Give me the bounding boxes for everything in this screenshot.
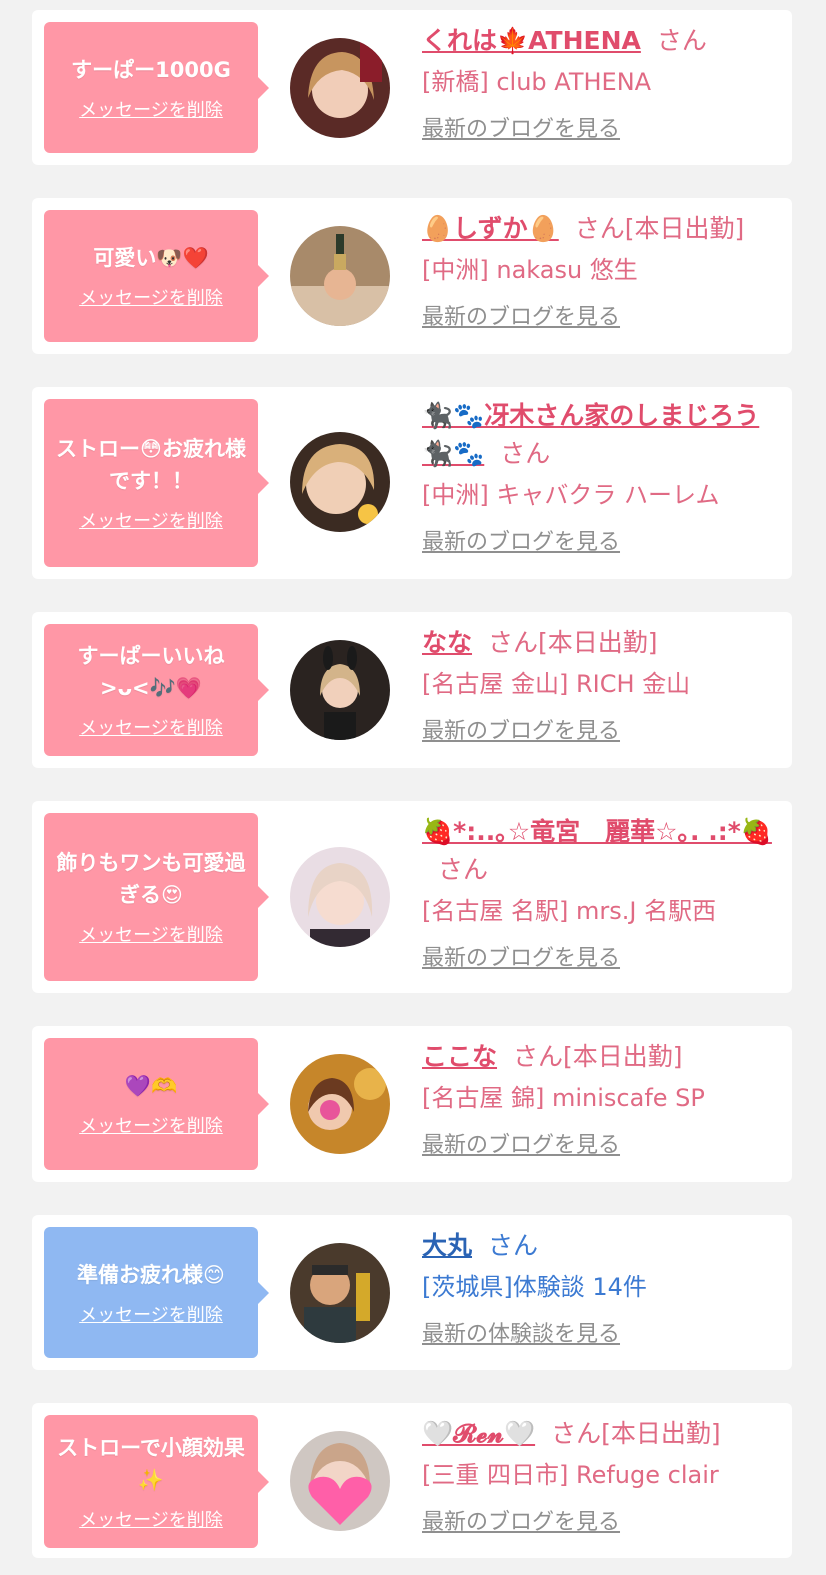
honorific: さん — [551, 1419, 602, 1448]
avatar[interactable] — [290, 432, 390, 532]
latest-blog-link[interactable]: 最新のブログを見る — [422, 943, 620, 975]
delete-message-link[interactable]: メッセージを削除 — [79, 921, 223, 947]
delete-message-link[interactable]: メッセージを削除 — [79, 714, 223, 740]
delete-message-link[interactable]: メッセージを削除 — [79, 96, 223, 122]
shop-info: [三重 四日市] Refuge clair — [422, 1461, 719, 1489]
message-list: すーぱー1000G メッセージを削除 くれは🍁ATHENA さん [新橋] clu… — [0, 0, 826, 1575]
cast-name-link[interactable]: 🤍𝓡𝓮𝓷🤍 — [422, 1419, 535, 1448]
latest-blog-link[interactable]: 最新のブログを見る — [422, 1507, 620, 1539]
honorific: さん — [500, 439, 551, 468]
cast-name-link[interactable]: ここな — [422, 1042, 497, 1071]
delete-message-link[interactable]: メッセージを削除 — [79, 1112, 223, 1138]
name-line: 🤍𝓡𝓮𝓷🤍 さん[本日出勤] — [422, 1415, 788, 1453]
message-card: ストローで小顔効果✨ メッセージを削除 🤍𝓡𝓮𝓷🤍 さん[本日出勤] [三重 四日… — [32, 1403, 792, 1558]
honorific: さん — [656, 26, 707, 55]
message-text: ストロー😳お疲れ様です！！ — [56, 437, 246, 493]
shop-info: [名古屋 金山] RICH 金山 — [422, 670, 691, 698]
avatar[interactable] — [290, 847, 390, 947]
message-text: 可愛い🐶❤️ — [93, 246, 209, 270]
avatar[interactable] — [290, 38, 390, 138]
cast-info: くれは🍁ATHENA さん [新橋] club ATHENA 最新のブログを見る — [422, 22, 788, 146]
status-badge: [本日出勤] — [624, 214, 745, 243]
latest-review-link[interactable]: 最新の体験談を見る — [422, 1319, 620, 1351]
name-line: くれは🍁ATHENA さん — [422, 22, 788, 60]
shop-info: [中洲] nakasu 悠生 — [422, 256, 638, 284]
shop-info: [中洲] キャバクラ ハーレム — [422, 481, 720, 509]
message-text: 準備お疲れ様😊 — [77, 1262, 225, 1287]
message-bubble: 飾りもワンも可愛過ぎる😍 メッセージを削除 — [44, 813, 269, 981]
user-name-link[interactable]: 大丸 — [422, 1231, 472, 1260]
message-card: 準備お疲れ様😊 メッセージを削除 大丸 さん [茨城県]体験談 14件 最新の体験… — [32, 1215, 792, 1370]
cast-name-link[interactable]: くれは🍁ATHENA — [422, 26, 641, 55]
shop-info: [名古屋 錦] miniscafe SP — [422, 1084, 705, 1112]
cast-name-link[interactable]: 🥚しずか🥚 — [422, 214, 559, 243]
message-bubble: ストロー😳お疲れ様です！！ メッセージを削除 — [44, 399, 269, 567]
cast-name-link[interactable]: 🐈‍⬛🐾冴木さん家のしまじろう🐈‍⬛🐾 — [422, 401, 759, 468]
message-bubble: ストローで小顔効果✨ メッセージを削除 — [44, 1415, 269, 1548]
avatar[interactable] — [290, 1054, 390, 1154]
cast-name-link[interactable]: 🍓*:..｡☆竜宮 麗華☆｡. .:*🍓 — [422, 817, 772, 846]
cast-info: 🍓*:..｡☆竜宮 麗華☆｡. .:*🍓 さん [名古屋 名駅] mrs.J 名駅… — [422, 813, 788, 975]
message-card: 💜🫶 メッセージを削除 ここな さん[本日出勤] [名古屋 錦] miniscaf… — [32, 1026, 792, 1182]
name-line: 大丸 さん — [422, 1227, 788, 1265]
message-text: すーぱー1000G — [71, 57, 231, 82]
name-line: ここな さん[本日出勤] — [422, 1038, 788, 1076]
name-line: 🐈‍⬛🐾冴木さん家のしまじろう🐈‍⬛🐾 さん — [422, 397, 788, 473]
shop-info: [新橋] club ATHENA — [422, 68, 652, 96]
message-text: すーぱーいいね>ᴗ<🎶💗 — [77, 644, 225, 700]
honorific: さん — [488, 1231, 539, 1260]
honorific: さん — [488, 628, 539, 657]
message-card: 可愛い🐶❤️ メッセージを削除 🥚しずか🥚 さん[本日出勤] [中洲] nakas… — [32, 198, 792, 354]
user-info: 大丸 さん [茨城県]体験談 14件 最新の体験談を見る — [422, 1227, 788, 1351]
status-badge: [本日出勤] — [538, 628, 658, 657]
status-badge: [本日出勤] — [601, 1419, 721, 1448]
delete-message-link[interactable]: メッセージを削除 — [79, 507, 223, 533]
message-text: 💜🫶 — [124, 1074, 178, 1098]
name-line: 🍓*:..｡☆竜宮 麗華☆｡. .:*🍓 さん — [422, 813, 788, 889]
cast-info: 🤍𝓡𝓮𝓷🤍 さん[本日出勤] [三重 四日市] Refuge clair 最新のブ… — [422, 1415, 788, 1539]
latest-blog-link[interactable]: 最新のブログを見る — [422, 1130, 620, 1162]
honorific: さん — [438, 855, 489, 884]
cast-info: ここな さん[本日出勤] [名古屋 錦] miniscafe SP 最新のブログを… — [422, 1038, 788, 1162]
cast-info: 🥚しずか🥚 さん[本日出勤] [中洲] nakasu 悠生 最新のブログを見る — [422, 210, 788, 334]
cast-info: 🐈‍⬛🐾冴木さん家のしまじろう🐈‍⬛🐾 さん [中洲] キャバクラ ハーレム 最新… — [422, 397, 788, 559]
delete-message-link[interactable]: メッセージを削除 — [79, 284, 223, 310]
name-line: なな さん[本日出勤] — [422, 624, 788, 662]
message-bubble: 可愛い🐶❤️ メッセージを削除 — [44, 210, 269, 342]
message-card: ストロー😳お疲れ様です！！ メッセージを削除 🐈‍⬛🐾冴木さん家のしまじろう🐈‍… — [32, 387, 792, 579]
honorific: さん — [513, 1042, 564, 1071]
cast-info: なな さん[本日出勤] [名古屋 金山] RICH 金山 最新のブログを見る — [422, 624, 788, 748]
message-text: 飾りもワンも可愛過ぎる😍 — [56, 851, 246, 907]
delete-message-link[interactable]: メッセージを削除 — [79, 1301, 223, 1327]
avatar[interactable] — [290, 226, 390, 326]
avatar[interactable] — [290, 640, 390, 740]
avatar[interactable] — [290, 1431, 390, 1531]
latest-blog-link[interactable]: 最新のブログを見る — [422, 527, 620, 559]
delete-message-link[interactable]: メッセージを削除 — [79, 1506, 223, 1532]
message-bubble: すーぱーいいね>ᴗ<🎶💗 メッセージを削除 — [44, 624, 269, 756]
review-info: [茨城県]体験談 14件 — [422, 1273, 647, 1301]
message-card: すーぱー1000G メッセージを削除 くれは🍁ATHENA さん [新橋] clu… — [32, 10, 792, 165]
message-text: ストローで小顔効果✨ — [57, 1435, 245, 1492]
name-line: 🥚しずか🥚 さん[本日出勤] — [422, 210, 788, 248]
message-bubble: 💜🫶 メッセージを削除 — [44, 1038, 269, 1170]
avatar[interactable] — [290, 1243, 390, 1343]
message-card: 飾りもワンも可愛過ぎる😍 メッセージを削除 🍓*:..｡☆竜宮 麗華☆｡. .:… — [32, 801, 792, 993]
latest-blog-link[interactable]: 最新のブログを見る — [422, 302, 620, 334]
latest-blog-link[interactable]: 最新のブログを見る — [422, 716, 620, 748]
cast-name-link[interactable]: なな — [422, 628, 472, 657]
message-bubble: 準備お疲れ様😊 メッセージを削除 — [44, 1227, 269, 1358]
message-card: すーぱーいいね>ᴗ<🎶💗 メッセージを削除 なな さん[本日出勤] [名古屋 金山… — [32, 612, 792, 768]
message-bubble: すーぱー1000G メッセージを削除 — [44, 22, 269, 153]
status-badge: [本日出勤] — [563, 1042, 683, 1071]
latest-blog-link[interactable]: 最新のブログを見る — [422, 114, 620, 146]
honorific: さん — [574, 214, 625, 243]
shop-info: [名古屋 名駅] mrs.J 名駅西 — [422, 897, 717, 925]
